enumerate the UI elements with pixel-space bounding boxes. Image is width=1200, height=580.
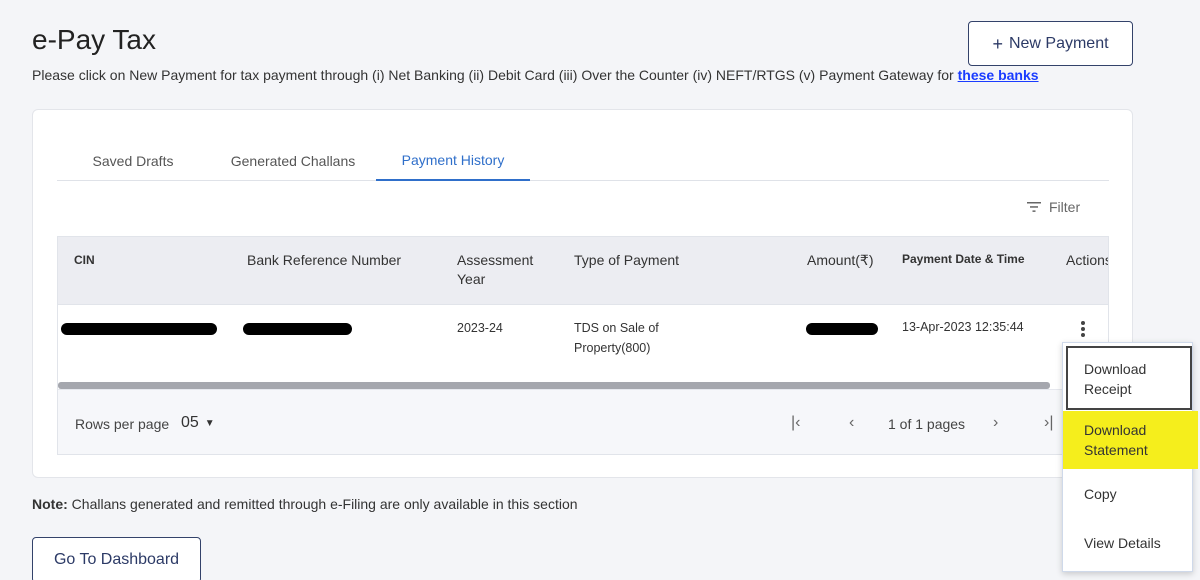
table-header: CIN Bank Reference Number Assessment Yea… xyxy=(58,237,1109,305)
tab-generated-challans[interactable]: Generated Challans xyxy=(217,140,369,181)
menu-item-view-details[interactable]: View Details xyxy=(1063,533,1194,553)
page-status: 1 of 1 pages xyxy=(888,416,966,432)
tab-payment-history[interactable]: Payment History xyxy=(376,140,530,181)
rows-per-page-select[interactable]: 05 ▼ xyxy=(181,414,215,432)
caret-down-icon: ▼ xyxy=(204,417,215,429)
redacted-amount xyxy=(806,323,878,335)
pagination-bar: Rows per page 05 ▼ |‹ ‹ 1 of 1 pages › ›… xyxy=(58,389,1108,454)
menu-item-download-receipt[interactable]: Download Receipt xyxy=(1066,346,1192,410)
horizontal-scrollbar[interactable] xyxy=(58,382,1050,389)
cell-assessment-year: 2023-24 xyxy=(457,321,503,335)
column-header-cin: CIN xyxy=(74,253,95,267)
filter-icon xyxy=(1027,202,1041,212)
last-page-icon[interactable]: ›| xyxy=(1044,414,1053,432)
payments-card: Saved Drafts Generated Challans Payment … xyxy=(32,109,1133,478)
redacted-bank-reference xyxy=(243,323,352,335)
subtitle-text: Please click on New Payment for tax paym… xyxy=(32,67,958,83)
column-header-amount: Amount(₹) xyxy=(807,252,874,268)
note-label: Note: xyxy=(32,496,68,512)
next-page-icon[interactable]: › xyxy=(993,414,998,432)
cell-payment-datetime: 13-Apr-2023 12:35:44 xyxy=(902,320,1024,334)
column-header-bank-reference: Bank Reference Number xyxy=(247,252,402,268)
table-row: 2023-24 TDS on Sale of Property(800) 13-… xyxy=(58,305,1108,379)
more-vertical-icon[interactable] xyxy=(1076,319,1090,339)
page-subtitle: Please click on New Payment for tax paym… xyxy=(32,67,1039,83)
redacted-cin xyxy=(61,323,217,335)
first-page-icon[interactable]: |‹ xyxy=(791,414,800,432)
go-to-dashboard-button[interactable]: Go To Dashboard xyxy=(32,537,201,580)
filter-label: Filter xyxy=(1049,199,1081,215)
menu-item-download-statement[interactable]: Download Statement xyxy=(1063,411,1198,469)
column-header-actions: Actions xyxy=(1066,252,1109,268)
column-header-payment-datetime: Payment Date & Time xyxy=(902,252,1025,266)
note-text: Challans generated and remitted through … xyxy=(71,496,578,512)
new-payment-label: New Payment xyxy=(1008,34,1109,52)
tab-saved-drafts[interactable]: Saved Drafts xyxy=(57,140,209,181)
payment-history-table: CIN Bank Reference Number Assessment Yea… xyxy=(57,236,1109,455)
tab-bar: Saved Drafts Generated Challans Payment … xyxy=(57,140,1109,181)
filter-button[interactable]: Filter xyxy=(1027,199,1080,215)
column-header-type-of-payment: Type of Payment xyxy=(574,252,680,268)
rows-per-page-label: Rows per page xyxy=(75,416,170,432)
rows-per-page-value: 05 xyxy=(181,414,199,431)
note: Note: Challans generated and remitted th… xyxy=(32,496,578,512)
new-payment-button[interactable]: + New Payment xyxy=(968,21,1133,66)
previous-page-icon[interactable]: ‹ xyxy=(849,414,854,432)
plus-icon: + xyxy=(992,33,1003,54)
menu-item-copy[interactable]: Copy xyxy=(1063,484,1194,504)
page-title: e-Pay Tax xyxy=(32,24,156,55)
these-banks-link[interactable]: these banks xyxy=(958,67,1039,83)
cell-type-of-payment: TDS on Sale of Property(800) xyxy=(574,321,659,355)
column-header-assessment-year: Assessment Year xyxy=(457,252,534,287)
row-actions-menu: Download Receipt Download Statement Copy… xyxy=(1062,342,1198,572)
